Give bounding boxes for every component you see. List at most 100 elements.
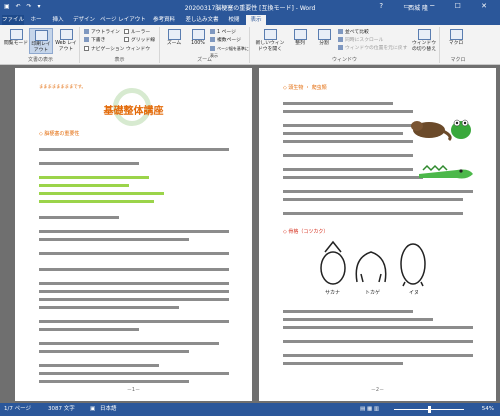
ribbon-tabs: ファイル ホーム 挿入 デザイン ページ レイアウト 参考資料 差し込み文書 校…	[0, 14, 500, 33]
paragraph-line	[283, 168, 413, 171]
switch-windows-button[interactable]: ウィンドウの切り替え	[410, 28, 438, 54]
paragraph-line	[39, 290, 229, 293]
group-views: 閲覧モード 印刷レイアウト Web レイアウト 文書の表示	[2, 27, 80, 63]
paragraph-line	[39, 230, 229, 233]
zoom-slider-thumb[interactable]	[428, 406, 431, 413]
gridlines-checkbox[interactable]: グリッド線	[124, 37, 155, 44]
switch-windows-icon	[417, 29, 431, 40]
read-mode-button[interactable]: 閲覧モード	[4, 28, 28, 54]
nav-pane-checkbox[interactable]: ナビゲーション ウィンドウ	[84, 46, 150, 53]
one-page-button[interactable]: 1 ページ	[210, 29, 236, 36]
language[interactable]: 日本語	[100, 403, 117, 416]
sync-scroll-icon	[338, 37, 343, 42]
tab-references[interactable]: 参考資料	[150, 15, 178, 25]
label-dog: イヌ	[409, 290, 420, 296]
paragraph-line	[39, 306, 179, 309]
group-show-outline: アウトライン 下書き ルーラー グリッド線 ナビゲーション ウィンドウ 表示	[80, 27, 160, 63]
tab-view[interactable]: 表示	[246, 15, 266, 25]
page-width-button[interactable]: ページ幅を基準に表示	[210, 45, 249, 58]
zoom-level[interactable]: 54%	[482, 403, 494, 416]
paragraph-line	[39, 320, 229, 323]
multi-page-button[interactable]: 複数ページ	[210, 37, 241, 44]
paragraph-line	[39, 238, 189, 241]
arrange-all-button[interactable]: 整列	[288, 28, 312, 54]
magnifier-icon	[167, 29, 181, 40]
outline-icon	[84, 29, 89, 34]
side-by-side-icon	[338, 29, 343, 34]
reset-position-button[interactable]: ウィンドウの位置を元に戻す	[338, 45, 407, 52]
paragraph-line	[39, 162, 139, 165]
one-page-icon	[210, 29, 215, 34]
paragraph-line	[283, 132, 403, 135]
group-label-window: ウィンドウ	[331, 57, 357, 63]
paragraph-line	[283, 124, 423, 127]
proofing-icon[interactable]: ▣	[90, 403, 95, 416]
new-window-button[interactable]: 新しいウィンドウを開く	[254, 28, 286, 54]
ruler-checkbox[interactable]: ルーラー	[124, 29, 150, 36]
tab-file[interactable]: ファイル	[2, 15, 24, 25]
web-layout-button[interactable]: Web レイアウト	[54, 28, 78, 54]
read-mode-icon	[9, 29, 23, 40]
macro-button[interactable]: マクロ	[444, 28, 468, 54]
multi-page-icon	[210, 37, 215, 42]
print-layout-icon	[34, 30, 48, 41]
paragraph-line	[283, 340, 473, 343]
crocodile-illustration	[419, 164, 473, 179]
zoom-100-icon	[191, 29, 205, 40]
outline-button[interactable]: アウトライン	[84, 29, 120, 36]
print-layout-button[interactable]: 印刷レイアウト	[29, 28, 53, 54]
tab-design[interactable]: デザイン	[72, 15, 96, 25]
ribbon: 閲覧モード 印刷レイアウト Web レイアウト 文書の表示 アウトライン 下書き…	[0, 25, 500, 65]
paragraph-line	[39, 298, 229, 301]
macro-icon	[449, 29, 463, 40]
page-1[interactable]: ままままままままです。 基礎整体講座 ◇ 脳梗塞の重要性 －1－	[15, 68, 252, 401]
group-window: 新しいウィンドウを開く 整列 分割 並べて比較 同時にスクロール ウィンドウの位…	[250, 27, 440, 63]
zoom-100-button[interactable]: 100%	[186, 28, 210, 54]
window-buttons[interactable]: ? ▭ ─ ☐ ✕	[379, 2, 496, 10]
zoom-button[interactable]: ズーム	[162, 28, 186, 54]
page2-number: －2－	[370, 387, 385, 393]
paragraph-line	[283, 362, 403, 365]
group-label-macro: マクロ	[450, 57, 466, 63]
paragraph-line	[39, 268, 229, 271]
tab-review[interactable]: 校閲	[226, 15, 242, 25]
group-macro: マクロ マクロ	[440, 27, 476, 63]
paragraph-line	[39, 328, 139, 331]
group-label-show: 表示	[114, 57, 125, 63]
reset-position-icon	[338, 45, 343, 50]
page2-heading2: ◇ 骨格（コツカク）	[283, 229, 329, 235]
side-by-side-button[interactable]: 並べて比較	[338, 29, 369, 36]
label-fish: サカナ	[325, 290, 341, 296]
paragraph-line	[283, 326, 473, 329]
title-bar: ▣ ↶ ↷ ▾ 20200317脳梗塞の重要性 [互換モード] - Word 西…	[0, 0, 500, 14]
green-line	[39, 192, 164, 195]
green-line	[39, 176, 149, 179]
view-buttons[interactable]: ▤ ▦ ▥	[360, 403, 379, 416]
paragraph-line	[283, 110, 413, 113]
paragraph-line	[39, 372, 229, 375]
page-count[interactable]: 1/7 ページ	[4, 403, 31, 416]
paragraph-line	[39, 252, 229, 255]
paragraph-line	[39, 216, 119, 219]
tab-mailings[interactable]: 差し込み文書	[182, 15, 222, 25]
sync-scroll-button[interactable]: 同時にスクロール	[338, 37, 383, 44]
page1-number: －1－	[126, 387, 141, 393]
page2-heading1: ◇ 頭生物 ・ 爬虫類	[283, 85, 327, 91]
paragraph-line	[283, 212, 463, 215]
page1-header: ままままままままです。	[39, 85, 86, 90]
paragraph-line	[283, 198, 463, 201]
tab-home[interactable]: ホーム	[28, 15, 44, 33]
paragraph-line	[283, 310, 413, 313]
paragraph-line	[39, 364, 159, 367]
salamander-frog-illustration	[411, 119, 471, 142]
paragraph-line	[283, 190, 473, 193]
split-button[interactable]: 分割	[312, 28, 336, 54]
tab-insert[interactable]: 挿入	[50, 15, 66, 25]
page-2[interactable]: ◇ 頭生物 ・ 爬虫類 ◇ 骨格（コツカク） サカナ トカゲ イヌ －2－	[259, 68, 496, 401]
draft-button[interactable]: 下書き	[84, 37, 105, 44]
tab-page-layout[interactable]: ページ レイアウト	[100, 15, 146, 25]
new-window-icon	[263, 29, 277, 40]
word-count[interactable]: 3087 文字	[48, 403, 75, 416]
paragraph-line	[283, 318, 433, 321]
paragraph-line	[39, 282, 229, 285]
